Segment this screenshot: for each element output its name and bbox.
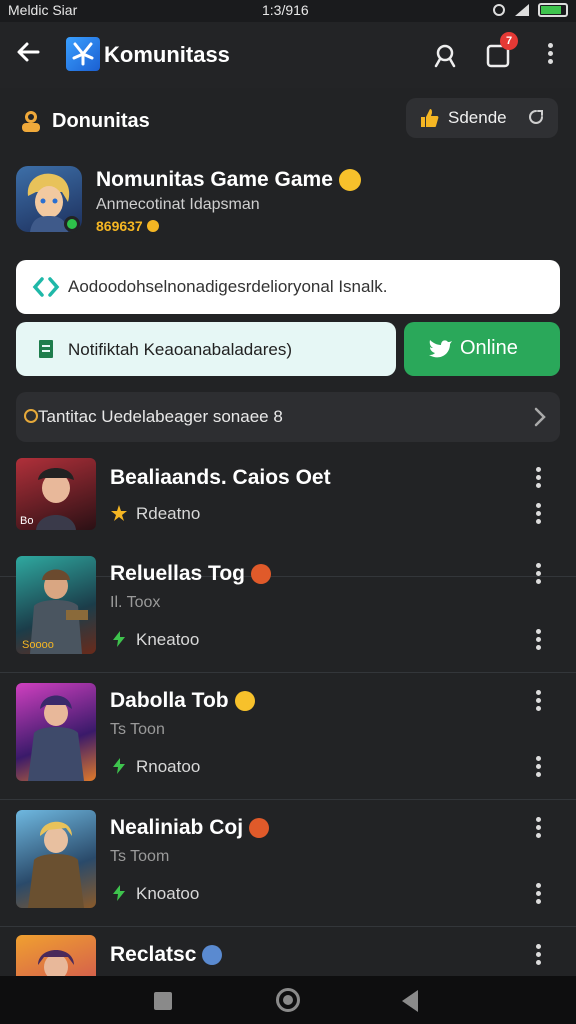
bolt-icon: [113, 758, 125, 774]
list-item[interactable]: Soooo Reluellas Tog Il. Toox Kneatoo: [0, 546, 576, 673]
profile-subtitle: Anmecotinat Idapsman: [96, 196, 260, 213]
back-arrow-icon[interactable]: [14, 38, 48, 72]
shield-emoji-icon: [202, 945, 223, 966]
game-name: Nealiniab Coj: [110, 816, 270, 840]
game-thumbnail: [16, 683, 96, 781]
carrier-label: Meldic Siar: [8, 2, 78, 18]
share-button[interactable]: Sdende: [406, 98, 558, 138]
community-profile[interactable]: Nomunitas Game Game Anmecotinat Idapsman…: [16, 166, 560, 236]
more-vertical-icon[interactable]: [528, 941, 548, 969]
more-vertical-icon[interactable]: [528, 464, 548, 492]
game-subtitle: Il. Toox: [110, 594, 161, 611]
more-vertical-icon[interactable]: [528, 880, 548, 908]
profile-score: 869637: [96, 218, 159, 234]
thumbs-up-icon: [418, 107, 440, 135]
profile-name: Nomunitas Game Game: [96, 168, 361, 192]
clock: 1:3/916: [262, 2, 309, 18]
notification-text: Notifiktah Keaoanabaladares): [68, 340, 292, 359]
status-icons: [492, 3, 568, 17]
game-thumbnail: Bo: [16, 458, 96, 530]
angry-emoji-icon: [250, 564, 271, 585]
game-status: Rdeatno: [110, 504, 200, 524]
section-header: Donunitas Sdende: [0, 96, 576, 146]
game-name: Reluellas Tog: [110, 562, 271, 586]
game-status: Knoatoo: [110, 884, 199, 904]
smile-emoji-icon: [234, 691, 255, 712]
list-item[interactable]: Reclatsc: [0, 927, 576, 976]
game-name: Reclatsc: [110, 943, 223, 967]
online-status-dot: [64, 216, 80, 232]
game-name: Bealiaands. Caios Oet: [110, 466, 331, 489]
online-button[interactable]: Online: [404, 322, 560, 376]
document-icon: [39, 340, 53, 358]
description-text: Aodoodohselnonadigesrdelioryonal Isnalk.: [68, 277, 388, 296]
bolt-icon: [113, 631, 125, 647]
back-nav-icon[interactable]: [402, 990, 418, 1012]
recent-apps-icon[interactable]: [154, 992, 172, 1010]
signal-icon: [515, 4, 529, 16]
app-title: Komunitass: [104, 42, 230, 67]
more-vertical-icon[interactable]: [528, 500, 548, 528]
location-icon: [493, 4, 505, 16]
game-name: Dabolla Tob: [110, 689, 255, 713]
game-thumbnail: Soooo: [16, 556, 96, 654]
more-vertical-icon[interactable]: [528, 687, 548, 715]
angry-emoji-icon: [249, 818, 270, 839]
list-item[interactable]: Nealiniab Coj Ts Toom Knoatoo: [0, 800, 576, 927]
description-box[interactable]: Aodoodohselnonadigesrdelioryonal Isnalk.: [16, 260, 560, 314]
online-button-label: Online: [460, 337, 518, 359]
game-status: Rnoatoo: [110, 757, 200, 777]
feature-row-text: Tantitac Uedelabeager sonaee 8: [38, 407, 283, 426]
more-vertical-icon[interactable]: [528, 560, 548, 588]
app-bar: Komunitass 7: [0, 22, 576, 88]
bolt-icon: [113, 885, 125, 901]
game-thumbnail: [16, 810, 96, 908]
search-icon[interactable]: [430, 40, 460, 70]
notification-badge: 7: [500, 32, 518, 50]
coin-icon: [146, 220, 159, 232]
thumb-caption: Soooo: [22, 639, 54, 651]
external-link-icon: [529, 110, 543, 124]
bird-icon: [429, 340, 452, 358]
section-title: Donunitas: [52, 110, 150, 132]
thumb-caption: Bo: [20, 515, 33, 527]
home-icon[interactable]: [276, 988, 300, 1012]
system-nav-bar: [0, 976, 576, 1024]
more-vertical-icon[interactable]: [528, 626, 548, 654]
community-icon: [22, 111, 40, 132]
chevron-right-icon: [534, 407, 546, 427]
battery-icon: [538, 3, 568, 17]
more-vertical-icon[interactable]: [528, 814, 548, 842]
more-vertical-icon[interactable]: [528, 753, 548, 781]
more-vertical-icon[interactable]: [540, 40, 560, 70]
star-icon: [111, 505, 127, 521]
feature-row[interactable]: Tantitac Uedelabeager sonaee 8: [16, 392, 560, 442]
ring-icon: [24, 409, 38, 423]
notification-box[interactable]: Notifiktah Keaoanabaladares): [16, 322, 396, 376]
game-subtitle: Ts Toom: [110, 848, 170, 865]
app-logo-icon: [66, 37, 100, 71]
game-subtitle: Ts Toon: [110, 721, 165, 738]
chain-link-icon: [32, 277, 60, 297]
list-item[interactable]: Dabolla Tob Ts Toon Rnoatoo: [0, 673, 576, 800]
status-bar: Meldic Siar 1:3/916: [0, 0, 576, 22]
share-button-label: Sdende: [448, 108, 507, 127]
smile-emoji-icon: [338, 169, 361, 192]
game-status: Kneatoo: [110, 630, 199, 650]
game-thumbnail: [16, 935, 96, 976]
